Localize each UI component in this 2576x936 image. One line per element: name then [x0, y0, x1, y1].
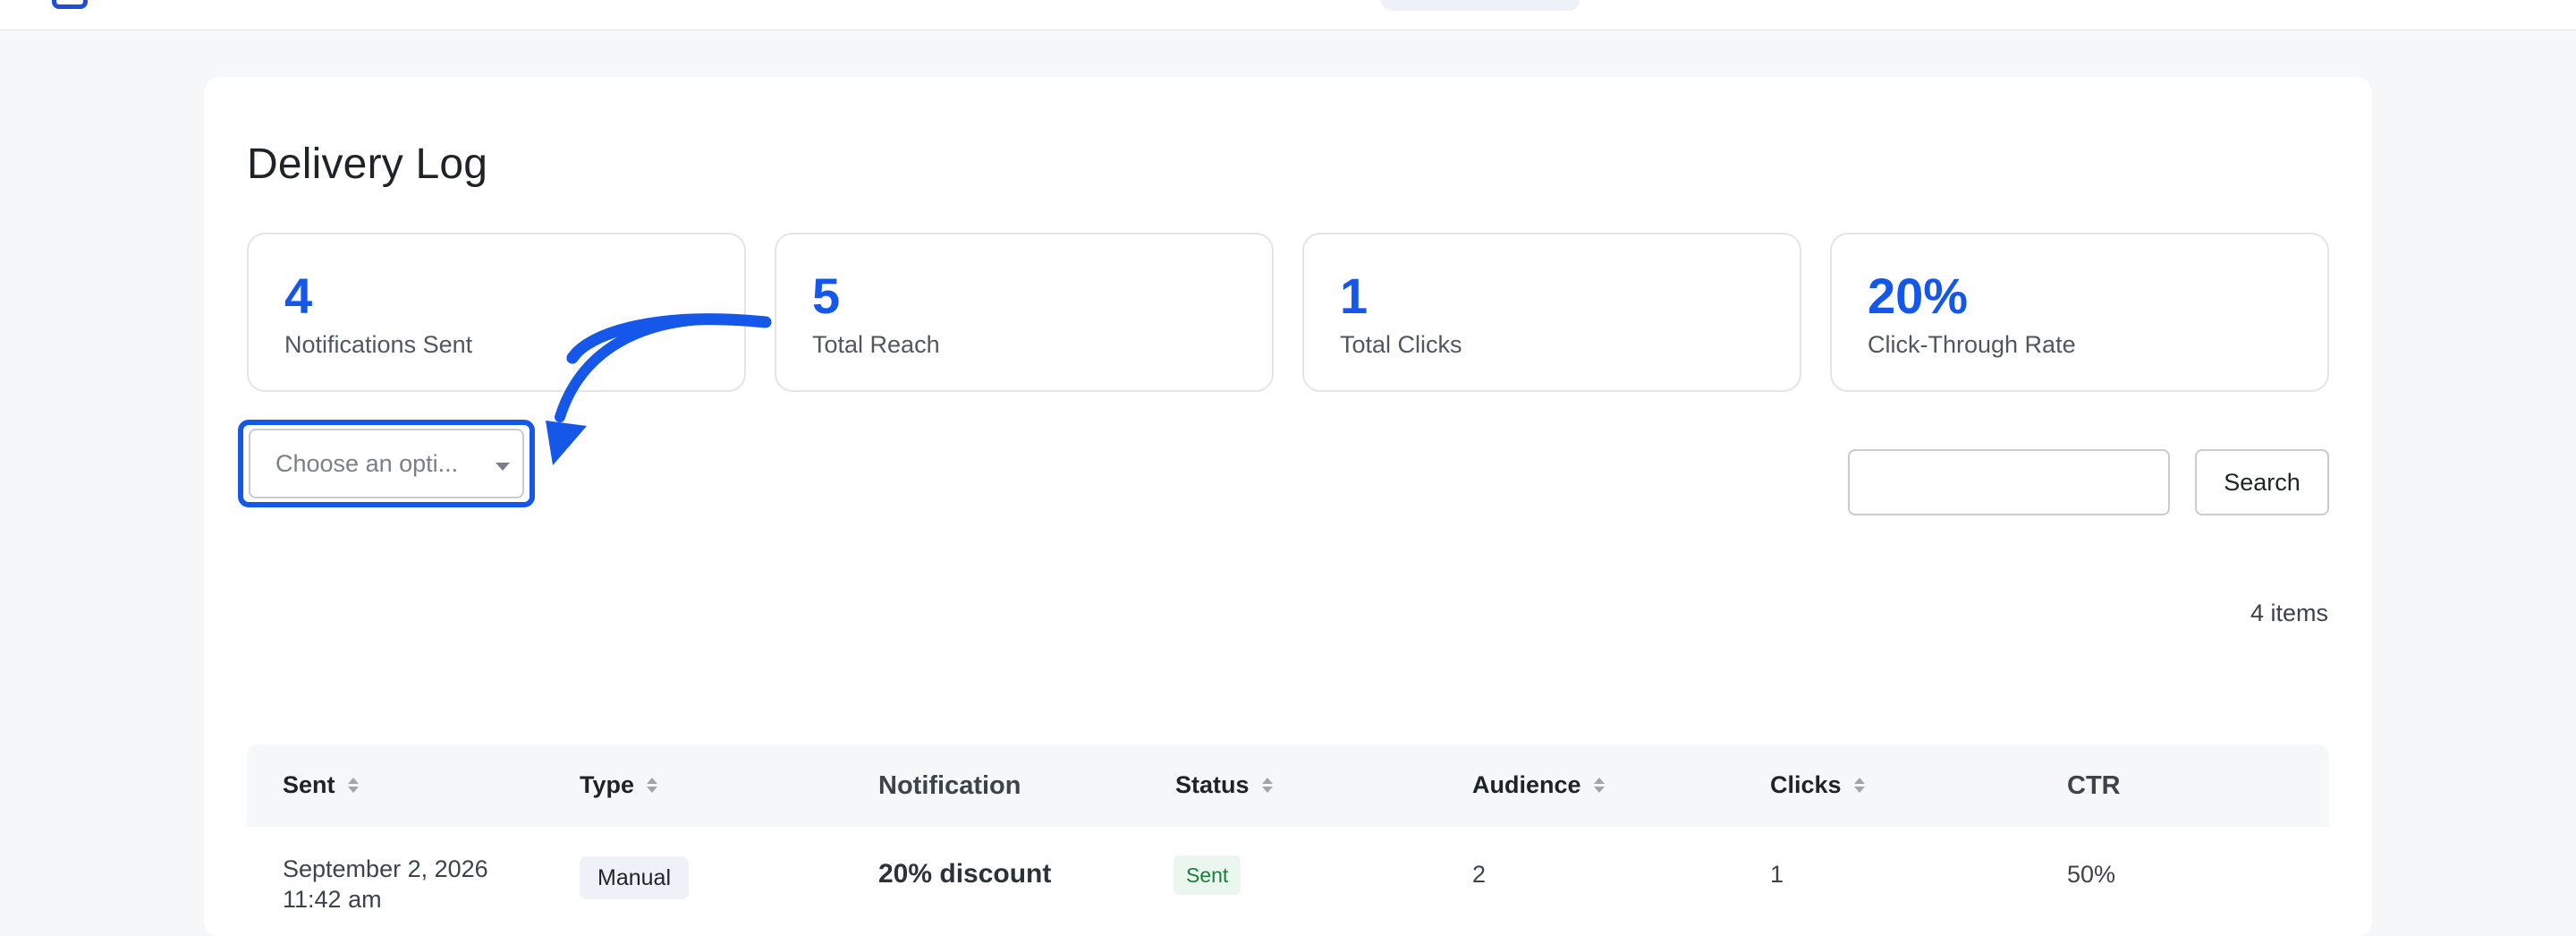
- stat-label: Click-Through Rate: [1868, 331, 2076, 358]
- active-tab-indicator[interactable]: [1381, 0, 1580, 11]
- column-header-label: Status: [1175, 771, 1250, 798]
- column-header-label: Notification: [878, 771, 1021, 800]
- column-header-label: Sent: [283, 771, 335, 798]
- status-badge: Sent: [1174, 855, 1241, 895]
- column-header-sent[interactable]: Sent: [283, 771, 359, 799]
- stat-card-total-clicks: 1 Total Clicks: [1302, 233, 1801, 392]
- stat-value: 1: [1340, 268, 1368, 324]
- stat-label: Total Reach: [812, 331, 940, 358]
- items-count: 4 items: [2250, 600, 2328, 626]
- page-title: Delivery Log: [247, 140, 488, 188]
- search-input[interactable]: [1848, 449, 2170, 515]
- cell-notification[interactable]: 20% discount: [878, 859, 1051, 889]
- sort-arrows-icon[interactable]: [1261, 778, 1273, 793]
- stat-value: 20%: [1868, 268, 1969, 324]
- cell-clicks: 1: [1770, 861, 1784, 888]
- stat-card-click-through-rate: 20% Click-Through Rate: [1830, 233, 2329, 392]
- column-header-notification: Notification: [878, 771, 1021, 801]
- column-header-label: Clicks: [1770, 771, 1842, 798]
- filter-select[interactable]: Choose an opti...: [249, 429, 524, 498]
- type-badge: Manual: [580, 856, 689, 899]
- logo-icon[interactable]: [52, 0, 88, 9]
- column-header-label: Type: [580, 771, 635, 798]
- sort-arrows-icon[interactable]: [647, 778, 658, 793]
- column-header-type[interactable]: Type: [580, 771, 658, 799]
- search-button[interactable]: Search: [2195, 449, 2329, 515]
- stat-value: 4: [284, 268, 313, 324]
- stat-value: 5: [812, 268, 841, 324]
- filter-select-placeholder: Choose an opti...: [275, 450, 459, 477]
- chevron-down-icon: [496, 463, 510, 471]
- column-header-ctr: CTR: [2067, 771, 2121, 801]
- column-header-label: Audience: [1472, 771, 1581, 798]
- column-header-label: CTR: [2067, 771, 2121, 800]
- stat-label: Notifications Sent: [284, 331, 473, 358]
- table-header: [247, 745, 2329, 827]
- sort-arrows-icon[interactable]: [1593, 778, 1605, 793]
- cell-ctr: 50%: [2067, 861, 2116, 888]
- stat-label: Total Clicks: [1340, 331, 1462, 358]
- column-header-status[interactable]: Status: [1175, 771, 1273, 799]
- cell-sent-time: 11:42 am: [283, 886, 382, 913]
- column-header-clicks[interactable]: Clicks: [1770, 771, 1865, 799]
- cell-audience: 2: [1472, 861, 1487, 888]
- sort-arrows-icon[interactable]: [1853, 778, 1865, 793]
- column-header-audience[interactable]: Audience: [1472, 771, 1605, 799]
- stat-card-notifications-sent: 4 Notifications Sent: [247, 233, 746, 392]
- cell-sent-date: September 2, 2026: [283, 855, 488, 882]
- stat-card-total-reach: 5 Total Reach: [775, 233, 1274, 392]
- top-bar: [0, 0, 2576, 30]
- sort-arrows-icon[interactable]: [347, 778, 359, 793]
